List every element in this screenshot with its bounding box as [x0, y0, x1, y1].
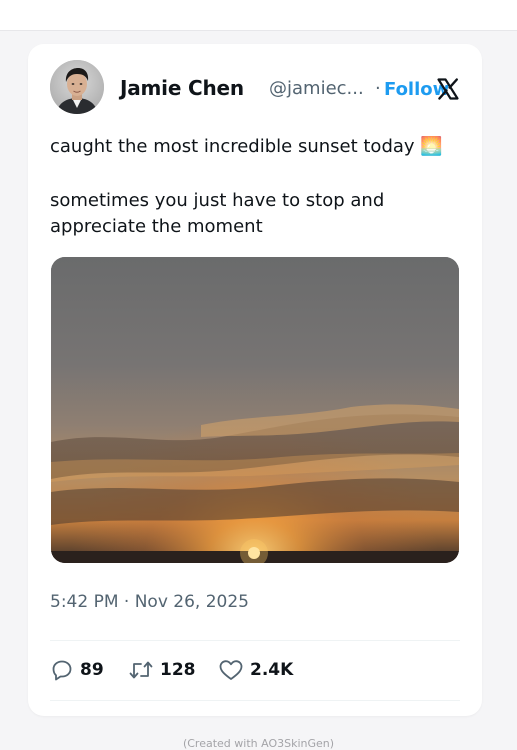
avatar[interactable]: [50, 60, 104, 114]
tweet-text-line-1-content: caught the most incredible sunset today: [50, 136, 415, 157]
tweet-header: Jamie Chen @jamiec... · Follow: [50, 60, 460, 116]
author-handle[interactable]: @jamiec...: [269, 78, 364, 99]
tweet-card: Jamie Chen @jamiec... · Follow caught th…: [28, 44, 482, 716]
repost-count: 128: [160, 660, 196, 680]
top-band: [0, 0, 517, 31]
divider: [50, 700, 460, 701]
author-name[interactable]: Jamie Chen: [120, 76, 244, 100]
tweet-text-line-1: caught the most incredible sunset today …: [50, 134, 460, 160]
tweet-actions: 89 128 2.4K: [50, 654, 460, 686]
tweet-text: caught the most incredible sunset today …: [50, 134, 460, 240]
reply-count: 89: [80, 660, 104, 680]
footer-credit: (Created with AO3SkinGen): [182, 737, 335, 750]
heart-icon: [218, 658, 244, 682]
divider: [50, 640, 460, 641]
separator-dot: ·: [375, 78, 381, 99]
repost-icon: [128, 658, 154, 682]
repost-button[interactable]: 128: [128, 654, 196, 686]
like-button[interactable]: 2.4K: [218, 654, 293, 686]
reply-icon: [50, 658, 74, 682]
sunrise-emoji: 🌅: [420, 136, 443, 157]
tweet-photo[interactable]: [51, 257, 459, 563]
reply-button[interactable]: 89: [50, 654, 104, 686]
tweet-timestamp[interactable]: 5:42 PM · Nov 26, 2025: [50, 592, 249, 612]
x-logo-icon[interactable]: [436, 77, 460, 101]
tweet-text-line-2: sometimes you just have to stop and appr…: [50, 190, 385, 237]
like-count: 2.4K: [250, 660, 294, 680]
